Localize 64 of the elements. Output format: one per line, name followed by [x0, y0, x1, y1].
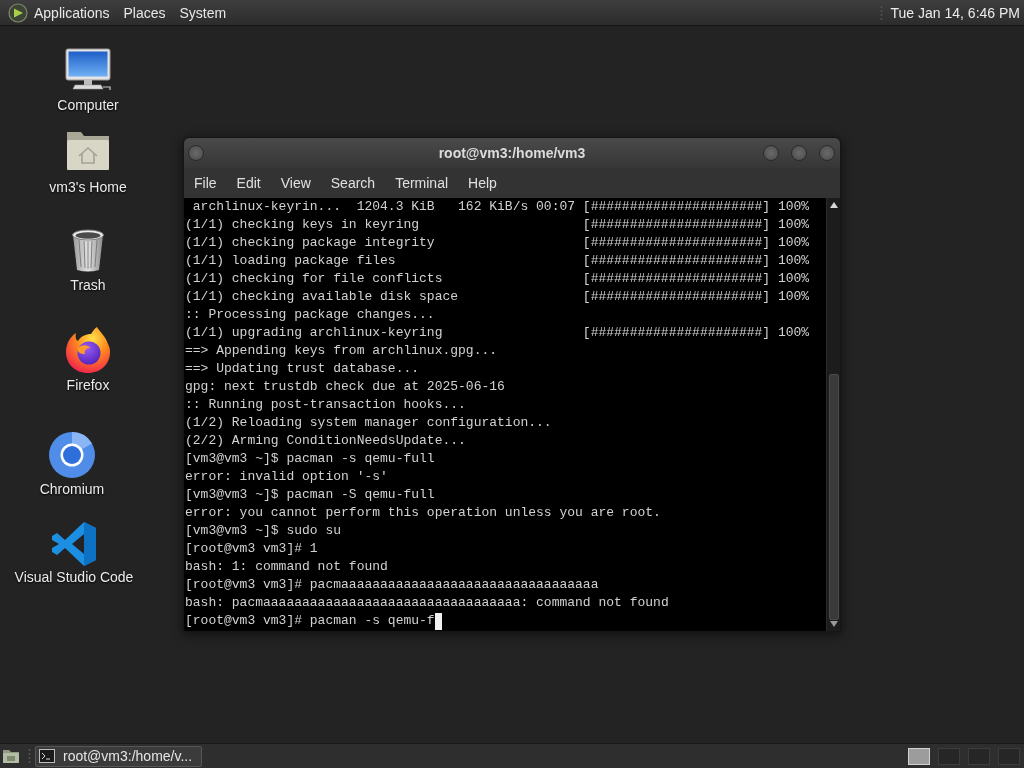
window-control-button[interactable] — [188, 145, 204, 161]
progress-text: [######################] 100% — [582, 252, 810, 270]
progress-text: [######################] 100% — [582, 288, 810, 306]
desktop-icon-label[interactable]: Visual Studio Code — [14, 569, 134, 585]
terminal-line: (1/1) loading package files — [185, 252, 397, 270]
panel-menu[interactable]: System — [177, 3, 229, 22]
show-desktop-icon[interactable] — [2, 748, 20, 764]
chromium-icon[interactable] — [48, 431, 96, 479]
menu-item[interactable]: Edit — [226, 171, 271, 195]
window-control-button[interactable] — [819, 145, 835, 161]
terminal-line: (1/1) upgrading archlinux-keyring — [185, 324, 444, 342]
terminal-line: :: Running post-transaction hooks... — [185, 396, 466, 414]
desktop-icon-label[interactable]: Computer — [57, 97, 119, 113]
menu-item[interactable]: View — [270, 171, 321, 195]
menu-item[interactable]: Terminal — [385, 171, 459, 195]
desktop-icon-label[interactable]: vm3's Home — [49, 179, 127, 195]
terminal-line: [vm3@vm3 ~]$ pacman -S qemu-full — [185, 486, 435, 504]
panel-handle-icon — [28, 748, 31, 764]
terminal-line: (2/2) Arming ConditionNeedsUpdate... — [185, 432, 466, 450]
terminal-line: bash: pacmaaaaaaaaaaaaaaaaaaaaaaaaaaaaaaaaa: command not found — [185, 594, 669, 612]
terminal-line: [vm3@vm3 ~]$ pacman -s qemu-full — [185, 450, 435, 468]
scrollbar[interactable] — [826, 198, 840, 631]
menu-item[interactable]: Search — [320, 171, 386, 195]
text-cursor — [434, 612, 443, 630]
terminal-line: ==> Updating trust database... — [185, 360, 420, 378]
terminal-icon — [39, 749, 55, 763]
terminal-line: archlinux-keyrin... 1204.3 KiB 162 KiB/s 00:07 — [191, 198, 577, 216]
progress-text: [######################] 100% — [582, 198, 810, 216]
terminal-line: error: invalid option '-s' — [185, 468, 388, 486]
window-control-button[interactable] — [791, 145, 807, 161]
vscode-icon[interactable] — [50, 520, 98, 568]
terminal-line: gpg: next trustdb check due at 2025-06-16 — [185, 378, 505, 396]
terminal-line: :: Processing package changes... — [185, 306, 435, 324]
taskbar-button[interactable]: root@vm3:/home/v... — [35, 745, 202, 767]
scroll-up-icon[interactable] — [829, 202, 838, 208]
desktop-icon-label[interactable]: Chromium — [39, 481, 105, 497]
terminal-line: [root@vm3 vm3]# 1 — [185, 540, 318, 558]
window-control-button[interactable] — [763, 145, 779, 161]
terminal-line: bash: 1: command not found — [185, 558, 388, 576]
panel-menu[interactable]: Applications — [32, 3, 112, 22]
terminal-line: [root@vm3 vm3]# pacman -s qemu-f — [185, 612, 435, 630]
terminal-line: (1/1) checking keys in keyring — [185, 216, 421, 234]
menu-item[interactable]: File — [184, 171, 227, 195]
progress-text: [######################] 100% — [582, 324, 810, 342]
terminal-line: [vm3@vm3 ~]$ sudo su — [185, 522, 342, 540]
clock[interactable]: Tue Jan 14, 6:46 PM — [890, 3, 1020, 22]
terminal-line: (1/1) checking available disk space — [185, 288, 460, 306]
window-title: root@vm3:/home/vm3 — [438, 143, 586, 163]
progress-text: [######################] 100% — [582, 270, 810, 288]
start-logo-icon[interactable] — [8, 2, 28, 23]
scrollbar-thumb[interactable] — [828, 374, 839, 620]
desktop-icon-label[interactable]: Trash — [70, 277, 106, 293]
firefox-icon[interactable] — [64, 326, 112, 374]
terminal-line: (1/1) checking package integrity — [185, 234, 436, 252]
terminal-line: (1/1) checking for file conflicts — [185, 270, 444, 288]
progress-text: [######################] 100% — [582, 216, 810, 234]
terminal-line: (1/2) Reloading system manager configuration... — [185, 414, 552, 432]
terminal-line: error: you cannot perform this operation unless you are root. — [185, 504, 661, 522]
menu-item[interactable]: Help — [458, 171, 507, 195]
terminal-line: ==> Appending keys from archlinux.gpg... — [185, 342, 498, 360]
panel-menu[interactable]: Places — [121, 3, 168, 22]
terminal-line: [root@vm3 vm3]# pacmaaaaaaaaaaaaaaaaaaaaaaaaaaaaaaaaa — [185, 576, 599, 594]
progress-text: [######################] 100% — [582, 234, 810, 252]
desktop-icon-label[interactable]: Firefox — [66, 377, 110, 393]
